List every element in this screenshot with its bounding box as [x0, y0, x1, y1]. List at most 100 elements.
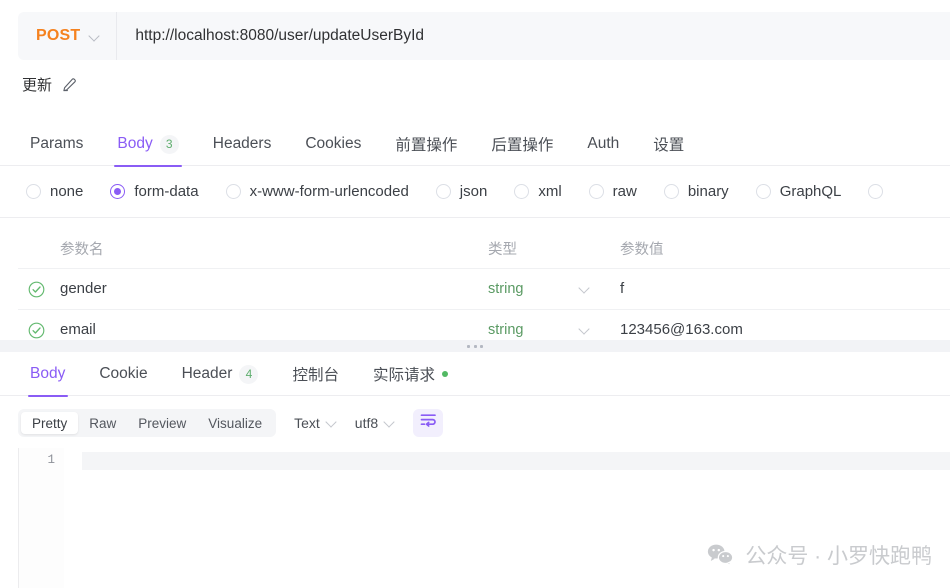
- body-type-raw[interactable]: raw: [588, 183, 637, 200]
- status-dot: [441, 371, 448, 377]
- watermark: 公众号 · 小罗快跑鸭: [707, 540, 932, 570]
- radio-icon[interactable]: [514, 184, 530, 199]
- tab-label: Cookies: [305, 135, 362, 152]
- table-row[interactable]: gender string f: [18, 269, 950, 310]
- tab-label: Cookie: [99, 365, 148, 382]
- response-view-raw[interactable]: Raw: [78, 412, 127, 434]
- response-view-pretty[interactable]: Pretty: [21, 412, 79, 434]
- column-header-name: 参数名: [60, 241, 104, 258]
- tab-Cookies[interactable]: Cookies: [288, 122, 378, 166]
- tab-Headers[interactable]: Headers: [196, 122, 289, 166]
- tab-label: 后置操作: [491, 137, 554, 154]
- tab-label: Auth: [587, 135, 620, 152]
- http-method-label: POST: [36, 27, 81, 44]
- radio-icon[interactable]: [663, 184, 679, 199]
- response-tab-Cookie[interactable]: Cookie: [82, 352, 164, 396]
- form-data-table: 参数名 类型 参数值 gender string f email string 12345…: [18, 228, 950, 351]
- tab-label: Params: [30, 135, 84, 152]
- watermark-text: 公众号 · 小罗快跑鸭: [745, 545, 932, 568]
- body-type-GraphQL[interactable]: GraphQL: [755, 183, 842, 200]
- response-tab-Header[interactable]: Header 4: [165, 352, 276, 396]
- body-type-label: raw: [612, 183, 637, 200]
- param-type: string: [488, 281, 524, 297]
- tab-badge: 4: [239, 364, 259, 384]
- line-number: 1: [47, 453, 55, 467]
- radio-icon[interactable]: [435, 184, 451, 199]
- tab-设置[interactable]: 设置: [636, 122, 701, 166]
- encoding-selector[interactable]: utf8: [355, 415, 395, 431]
- body-type-radio-group: none form-data x-www-form-urlencoded json xm…: [0, 166, 950, 218]
- request-name-label: 更新: [22, 77, 53, 94]
- request-url-bar: POST http://localhost:8080/user/updateUs…: [18, 12, 950, 60]
- request-url-input[interactable]: http://localhost:8080/user/updateUserByI…: [117, 27, 424, 45]
- body-type-xml[interactable]: xml: [514, 183, 562, 200]
- format-selector[interactable]: Text: [294, 415, 337, 431]
- param-value[interactable]: f: [620, 280, 624, 297]
- request-name-row: 更新: [22, 74, 77, 95]
- drag-handle-icon[interactable]: [467, 344, 483, 348]
- body-type-none[interactable]: none: [26, 183, 83, 200]
- panel-splitter[interactable]: [0, 340, 950, 352]
- body-type-x-www-form-urlencoded[interactable]: x-www-form-urlencoded: [225, 183, 409, 200]
- tab-label: 设置: [653, 137, 685, 154]
- body-type-binary[interactable]: binary: [663, 183, 729, 200]
- wechat-icon: [707, 543, 734, 567]
- response-tab-控制台[interactable]: 控制台: [275, 352, 356, 396]
- tab-label: Body: [30, 365, 66, 382]
- row-enabled-checkbox[interactable]: [18, 322, 54, 339]
- word-wrap-toggle[interactable]: [413, 409, 444, 437]
- body-type-label: x-www-form-urlencoded: [249, 183, 409, 200]
- radio-icon[interactable]: [110, 184, 126, 199]
- body-type-label: form-data: [134, 183, 199, 200]
- column-header-type: 类型: [488, 241, 517, 258]
- chevron-down-icon: [579, 325, 590, 336]
- param-type: string: [488, 322, 524, 338]
- response-tab-实际请求[interactable]: 实际请求: [356, 352, 465, 396]
- response-tab-Body[interactable]: Body: [24, 352, 82, 397]
- tab-label: 控制台: [292, 367, 339, 384]
- http-method-selector[interactable]: POST: [18, 12, 118, 60]
- chevron-down-icon: [89, 31, 100, 42]
- response-view-preview[interactable]: Preview: [127, 412, 197, 434]
- body-type-form-data[interactable]: form-data: [110, 183, 199, 200]
- body-type-overflow[interactable]: [868, 184, 884, 199]
- tab-label: Headers: [212, 135, 272, 152]
- tab-Auth[interactable]: Auth: [570, 122, 636, 166]
- body-type-label: json: [459, 183, 488, 200]
- param-value[interactable]: 123456@163.com: [620, 321, 743, 338]
- column-header-value: 参数值: [620, 241, 664, 258]
- radio-icon[interactable]: [755, 184, 771, 199]
- param-name[interactable]: email: [60, 321, 96, 338]
- radio-icon[interactable]: [588, 184, 604, 199]
- word-wrap-icon: [420, 413, 437, 433]
- check-circle-icon: [28, 322, 44, 338]
- param-type-selector[interactable]: string: [488, 322, 616, 338]
- tab-Params[interactable]: Params: [24, 122, 100, 166]
- edit-pencil-icon[interactable]: [61, 77, 77, 93]
- radio-icon[interactable]: [225, 184, 241, 199]
- body-type-json[interactable]: json: [435, 183, 488, 200]
- tab-后置操作[interactable]: 后置操作: [474, 122, 570, 166]
- row-enabled-checkbox[interactable]: [18, 281, 54, 298]
- response-toolbar: Pretty Raw Preview Visualize Text utf8: [0, 398, 950, 448]
- response-view-visualize[interactable]: Visualize: [197, 412, 273, 434]
- request-tabs: Params Body 3 Headers Cookies 前置操作 后置操作 Auth 设置: [0, 122, 950, 167]
- format-label: Text: [294, 415, 320, 431]
- body-type-label: GraphQL: [779, 183, 842, 200]
- check-circle-icon: [28, 281, 44, 297]
- tab-label: Body: [117, 135, 153, 152]
- radio-icon[interactable]: [868, 184, 884, 199]
- tab-badge: 3: [159, 134, 179, 154]
- api-client-window: POST http://localhost:8080/user/updateUs…: [0, 0, 950, 588]
- tab-前置操作[interactable]: 前置操作: [378, 122, 474, 166]
- param-name[interactable]: gender: [60, 280, 107, 297]
- table-header-row: 参数名 类型 参数值: [18, 228, 950, 269]
- tab-label: 实际请求: [372, 367, 435, 384]
- chevron-down-icon: [384, 418, 395, 429]
- radio-icon[interactable]: [26, 184, 41, 199]
- encoding-label: utf8: [354, 415, 379, 431]
- response-view-switcher: Pretty Raw Preview Visualize: [18, 409, 277, 437]
- tab-Body[interactable]: Body 3: [100, 122, 195, 167]
- body-type-label: xml: [538, 183, 562, 200]
- param-type-selector[interactable]: string: [488, 281, 616, 297]
